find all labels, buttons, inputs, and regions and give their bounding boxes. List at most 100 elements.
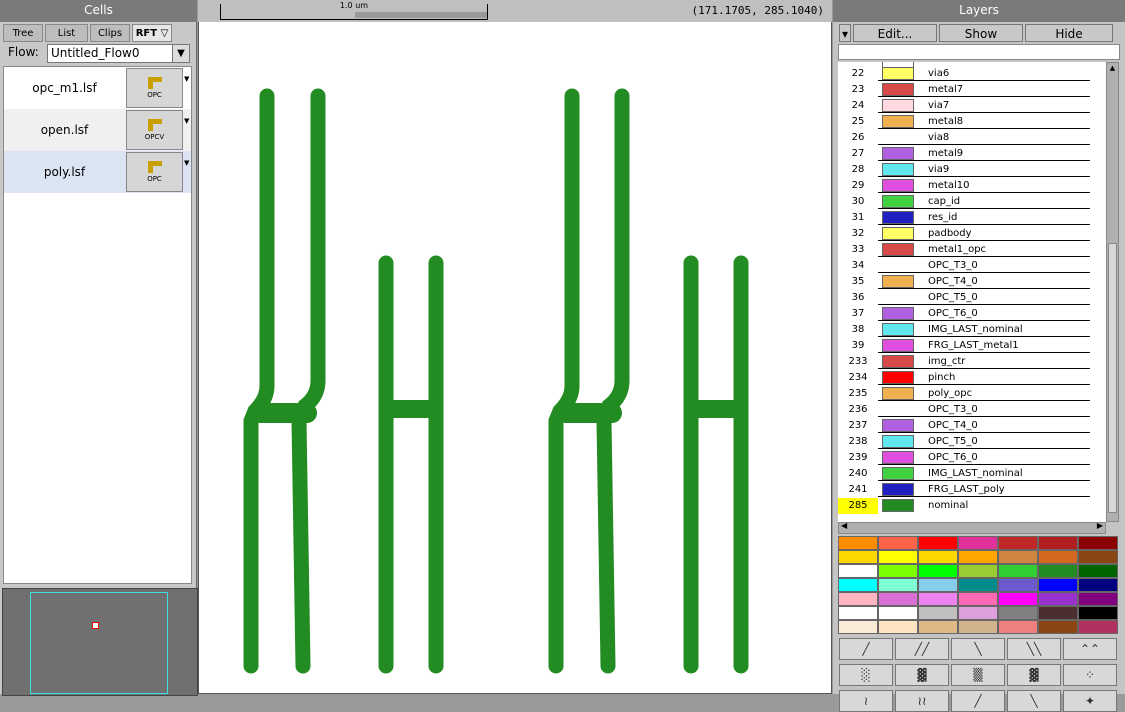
fill-pattern-swatch[interactable]: ▒ <box>951 664 1005 686</box>
hide-button[interactable]: Hide <box>1025 24 1113 42</box>
layer-row[interactable]: 37 OPC_T6_0 <box>838 306 1106 322</box>
layer-row[interactable]: 233 img_ctr <box>838 354 1106 370</box>
fill-pattern-swatch[interactable]: ╱ <box>839 638 893 660</box>
palette-color-swatch[interactable] <box>838 620 878 634</box>
layers-menu-button[interactable]: ▾ <box>839 24 851 42</box>
layer-row[interactable]: 39 FRG_LAST_metal1 <box>838 338 1106 354</box>
layer-row[interactable]: 30 cap_id <box>838 194 1106 210</box>
palette-color-swatch[interactable] <box>1078 564 1118 578</box>
layer-row[interactable]: 240 IMG_LAST_nominal <box>838 466 1106 482</box>
palette-color-swatch[interactable] <box>878 606 918 620</box>
palette-color-swatch[interactable] <box>838 564 878 578</box>
layer-row[interactable]: 38 IMG_LAST_nominal <box>838 322 1106 338</box>
palette-color-swatch[interactable] <box>1078 620 1118 634</box>
layer-color-swatch[interactable] <box>882 339 914 352</box>
layer-row[interactable]: 239 OPC_T6_0 <box>838 450 1106 466</box>
scroll-up-icon[interactable]: ▲ <box>1108 64 1117 73</box>
layer-color-swatch[interactable] <box>882 163 914 176</box>
fill-pattern-swatch[interactable]: ▓ <box>895 664 949 686</box>
layout-canvas[interactable] <box>198 0 832 694</box>
palette-color-swatch[interactable] <box>878 550 918 564</box>
flow-select[interactable]: Untitled_Flow0 <box>47 44 187 63</box>
layer-row[interactable]: 22 via6 <box>838 66 1106 82</box>
palette-color-swatch[interactable] <box>918 536 958 550</box>
layer-color-swatch[interactable] <box>882 275 914 288</box>
palette-color-swatch[interactable] <box>1078 550 1118 564</box>
fill-pattern-swatch[interactable]: ⁘ <box>1063 664 1117 686</box>
palette-color-swatch[interactable] <box>998 606 1038 620</box>
palette-color-swatch[interactable] <box>918 620 958 634</box>
layer-color-swatch[interactable] <box>882 243 914 256</box>
palette-color-swatch[interactable] <box>838 606 878 620</box>
layer-color-swatch[interactable] <box>882 307 914 320</box>
layer-color-swatch[interactable] <box>882 419 914 432</box>
layer-row[interactable]: 34 OPC_T3_0 <box>838 258 1106 274</box>
layer-row[interactable]: 234 pinch <box>838 370 1106 386</box>
palette-color-swatch[interactable] <box>1038 606 1078 620</box>
layer-color-swatch[interactable] <box>882 467 914 480</box>
palette-color-swatch[interactable] <box>918 592 958 606</box>
fill-pattern-swatch[interactable]: ⌃⌃ <box>1063 638 1117 660</box>
layer-row[interactable]: 29 metal10 <box>838 178 1106 194</box>
layer-row[interactable]: 24 via7 <box>838 98 1106 114</box>
palette-color-swatch[interactable] <box>1038 578 1078 592</box>
fill-pattern-swatch[interactable]: ╲ <box>951 638 1005 660</box>
palette-color-swatch[interactable] <box>958 620 998 634</box>
tab-tree[interactable]: Tree <box>3 24 43 42</box>
layer-row[interactable]: 23 metal7 <box>838 82 1106 98</box>
opc-button[interactable]: OPC <box>126 152 183 192</box>
palette-color-swatch[interactable] <box>918 606 958 620</box>
palette-color-swatch[interactable] <box>1038 564 1078 578</box>
palette-color-swatch[interactable] <box>838 536 878 550</box>
palette-color-swatch[interactable] <box>1038 592 1078 606</box>
opcv-button[interactable]: OPCV <box>126 110 183 150</box>
layer-color-swatch[interactable] <box>882 211 914 224</box>
tab-rft[interactable]: RFT ▽ <box>132 24 172 42</box>
palette-color-swatch[interactable] <box>1038 550 1078 564</box>
palette-color-swatch[interactable] <box>1038 536 1078 550</box>
fill-pattern-swatch[interactable]: ╲╲ <box>1007 638 1061 660</box>
show-button[interactable]: Show <box>939 24 1023 42</box>
flow-dropdown-button[interactable]: ▼ <box>172 44 190 63</box>
palette-color-swatch[interactable] <box>958 536 998 550</box>
layer-row[interactable]: 31 res_id <box>838 210 1106 226</box>
layer-color-swatch[interactable] <box>882 131 914 144</box>
chevron-down-icon[interactable]: ▼ <box>184 159 189 167</box>
palette-color-swatch[interactable] <box>958 550 998 564</box>
layer-row[interactable]: 235 poly_opc <box>838 386 1106 402</box>
layer-list-hscrollbar[interactable]: ◀ ▶ <box>838 521 1106 534</box>
fill-pattern-swatch[interactable]: ╱ <box>951 690 1005 712</box>
scroll-left-icon[interactable]: ◀ <box>841 521 847 530</box>
layer-row[interactable]: 32 padbody <box>838 226 1106 242</box>
scroll-right-icon[interactable]: ▶ <box>1097 521 1103 530</box>
chevron-down-icon[interactable]: ▼ <box>184 75 189 83</box>
layer-row[interactable]: 25 metal8 <box>838 114 1106 130</box>
layer-color-swatch[interactable] <box>882 323 914 336</box>
palette-color-swatch[interactable] <box>958 606 998 620</box>
fill-pattern-swatch[interactable]: ✦ <box>1063 690 1117 712</box>
palette-color-swatch[interactable] <box>838 578 878 592</box>
tab-list[interactable]: List <box>45 24 88 42</box>
layer-color-swatch[interactable] <box>882 355 914 368</box>
layer-color-swatch[interactable] <box>882 483 914 496</box>
layer-color-swatch[interactable] <box>882 435 914 448</box>
layer-color-swatch[interactable] <box>882 259 914 272</box>
palette-color-swatch[interactable] <box>998 578 1038 592</box>
layer-color-swatch[interactable] <box>882 403 914 416</box>
layer-row[interactable]: 238 OPC_T5_0 <box>838 434 1106 450</box>
layer-filter-input[interactable] <box>838 44 1120 60</box>
layer-color-swatch[interactable] <box>882 83 914 96</box>
fill-pattern-swatch[interactable]: ░ <box>839 664 893 686</box>
layer-row[interactable]: 36 OPC_T5_0 <box>838 290 1106 306</box>
layer-row[interactable]: 237 OPC_T4_0 <box>838 418 1106 434</box>
opc-button[interactable]: OPC <box>126 68 183 108</box>
palette-color-swatch[interactable] <box>918 550 958 564</box>
palette-color-swatch[interactable] <box>918 578 958 592</box>
layer-row[interactable]: 236 OPC_T3_0 <box>838 402 1106 418</box>
palette-color-swatch[interactable] <box>998 536 1038 550</box>
palette-color-swatch[interactable] <box>1078 536 1118 550</box>
layer-row[interactable]: 33 metal1_opc <box>838 242 1106 258</box>
layer-row[interactable]: 27 metal9 <box>838 146 1106 162</box>
palette-color-swatch[interactable] <box>838 550 878 564</box>
chevron-down-icon[interactable]: ▼ <box>184 117 189 125</box>
